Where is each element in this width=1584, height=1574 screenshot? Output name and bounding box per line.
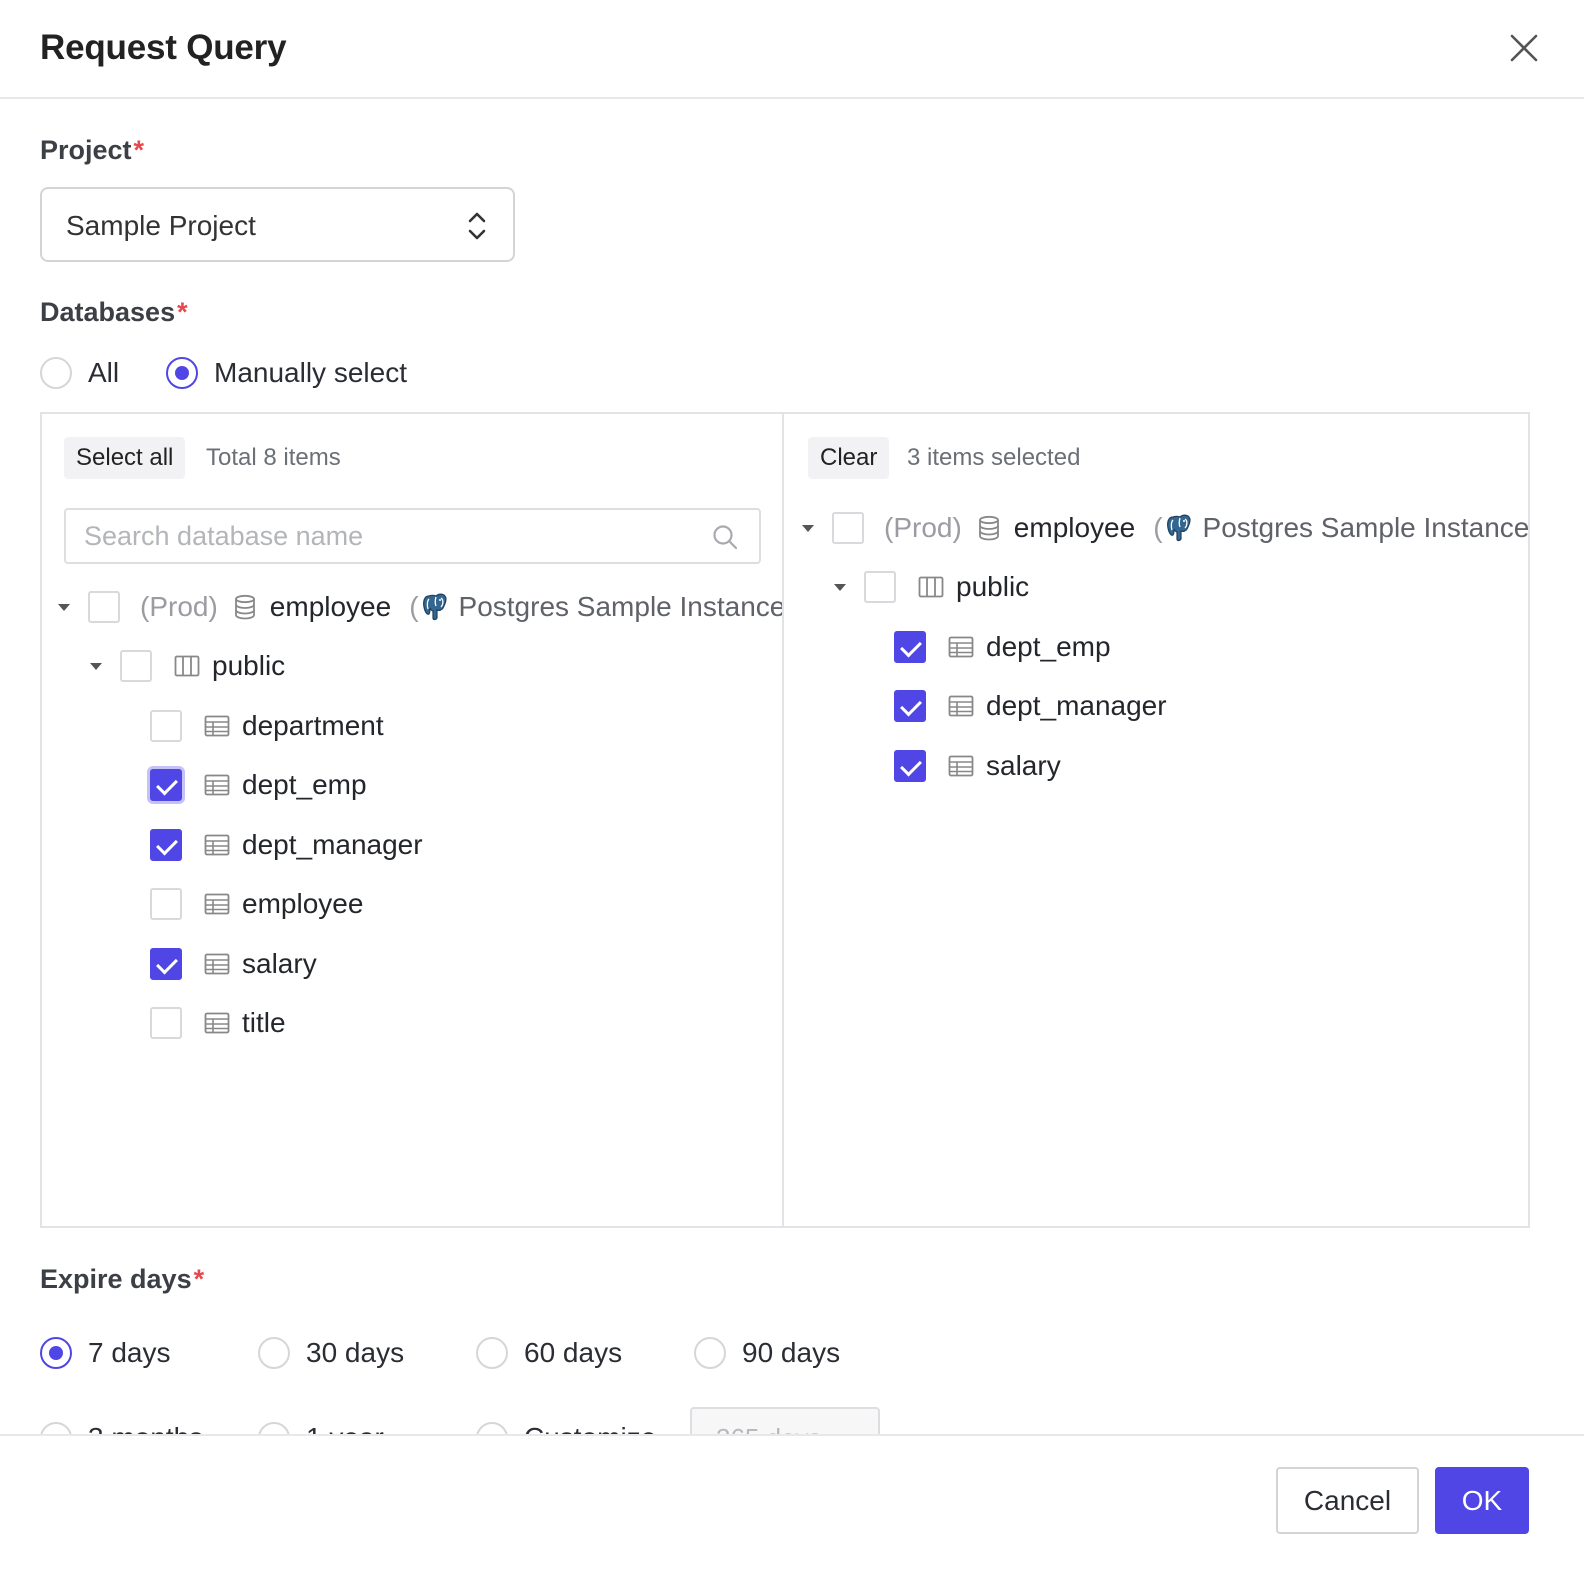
- table-icon: [948, 755, 974, 777]
- tree-node-table-dept-emp: dept_emp: [150, 765, 367, 805]
- databases-label: Databases*: [40, 297, 188, 327]
- table-icon: [948, 695, 974, 717]
- close-icon[interactable]: [1506, 30, 1542, 66]
- table-icon: [204, 774, 230, 796]
- tree-node-table-employee: employee: [150, 884, 363, 924]
- tree-node-table-department: department: [150, 706, 384, 746]
- table-icon: [948, 636, 974, 658]
- radio-circle: [476, 1422, 508, 1434]
- radio-databases-manual[interactable]: Manually select: [166, 357, 407, 389]
- radio-databases-all[interactable]: All: [40, 357, 119, 389]
- table-icon: [204, 893, 230, 915]
- caret-down-icon[interactable]: [56, 599, 72, 615]
- tree-node-table-salary: salary: [150, 944, 317, 984]
- checkbox-checked[interactable]: [894, 750, 926, 782]
- tree-node-database: (Prod) employee ( Postgres Sample Instan…: [56, 587, 782, 627]
- tree-node-table-dept-manager: dept_manager: [894, 686, 1167, 726]
- dialog-header: Request Query: [0, 0, 1584, 99]
- radio-expire-90-days[interactable]: 90 days: [694, 1337, 840, 1369]
- project-select-value: Sample Project: [66, 210, 256, 241]
- radio-circle: [40, 1422, 72, 1434]
- checkbox[interactable]: [150, 1007, 182, 1039]
- checkbox[interactable]: [120, 650, 152, 682]
- schema-columns-icon: [174, 655, 200, 677]
- radio-circle: [40, 357, 72, 389]
- expire-days-label: Expire days*: [40, 1264, 205, 1294]
- caret-down-icon[interactable]: [800, 520, 816, 536]
- radio-circle: [258, 1337, 290, 1369]
- table-icon: [204, 834, 230, 856]
- radio-expire-3-months[interactable]: 3 months: [40, 1422, 203, 1434]
- database-icon: [978, 515, 999, 541]
- dialog-title: Request Query: [40, 28, 287, 67]
- project-label: Project*: [40, 135, 145, 165]
- radio-circle: [258, 1422, 290, 1434]
- tree-node-database: (Prod) employee ( Postgres Sample Instan…: [800, 508, 1528, 548]
- project-select[interactable]: Sample Project: [40, 187, 515, 262]
- tree-node-table-title: title: [150, 1003, 286, 1043]
- ok-button[interactable]: OK: [1435, 1467, 1529, 1534]
- table-icon: [204, 1012, 230, 1034]
- tree-node-table-dept-emp: dept_emp: [894, 627, 1111, 667]
- radio-expire-customize[interactable]: Customize: [476, 1422, 656, 1434]
- tree-node-schema: public: [88, 646, 285, 686]
- expire-options-overflow-row: 3 months 1 year Customize 365 days: [0, 1400, 1584, 1434]
- database-icon: [234, 594, 255, 620]
- radio-expire-1-year[interactable]: 1 year: [258, 1422, 384, 1434]
- table-icon: [204, 715, 230, 737]
- chevron-updown-icon: [468, 212, 486, 240]
- source-tree: (Prod) employee ( Postgres Sample Instan…: [42, 414, 782, 1226]
- target-tree: (Prod) employee ( Postgres Sample Instan…: [784, 414, 1528, 1226]
- required-mark: *: [177, 297, 188, 327]
- radio-circle-selected: [40, 1337, 72, 1369]
- checkbox-checked[interactable]: [150, 829, 182, 861]
- radio-expire-60-days[interactable]: 60 days: [476, 1337, 622, 1369]
- cancel-button[interactable]: Cancel: [1276, 1467, 1419, 1534]
- radio-expire-7-days[interactable]: 7 days: [40, 1337, 171, 1369]
- postgres-elephant-icon: [1166, 514, 1191, 542]
- checkbox[interactable]: [864, 571, 896, 603]
- radio-circle-selected: [166, 357, 198, 389]
- postgres-elephant-icon: [422, 593, 447, 621]
- checkbox[interactable]: [832, 512, 864, 544]
- required-mark: *: [193, 1264, 205, 1294]
- table-icon: [204, 953, 230, 975]
- required-mark: *: [133, 135, 145, 165]
- checkbox-checked[interactable]: [894, 631, 926, 663]
- tree-node-table-dept-manager: dept_manager: [150, 825, 423, 865]
- caret-down-icon[interactable]: [832, 579, 848, 595]
- checkbox[interactable]: [150, 710, 182, 742]
- checkbox-checked[interactable]: [150, 948, 182, 980]
- checkbox[interactable]: [150, 888, 182, 920]
- caret-down-icon[interactable]: [88, 658, 104, 674]
- tree-node-schema: public: [832, 567, 1029, 607]
- checkbox-checked[interactable]: [894, 690, 926, 722]
- checkbox[interactable]: [88, 591, 120, 623]
- radio-expire-30-days[interactable]: 30 days: [258, 1337, 404, 1369]
- radio-circle: [476, 1337, 508, 1369]
- schema-columns-icon: [918, 576, 944, 598]
- radio-circle: [694, 1337, 726, 1369]
- custom-days-input[interactable]: 365 days: [690, 1407, 880, 1434]
- tree-node-table-salary: salary: [894, 746, 1061, 786]
- checkbox-checked[interactable]: [150, 769, 182, 801]
